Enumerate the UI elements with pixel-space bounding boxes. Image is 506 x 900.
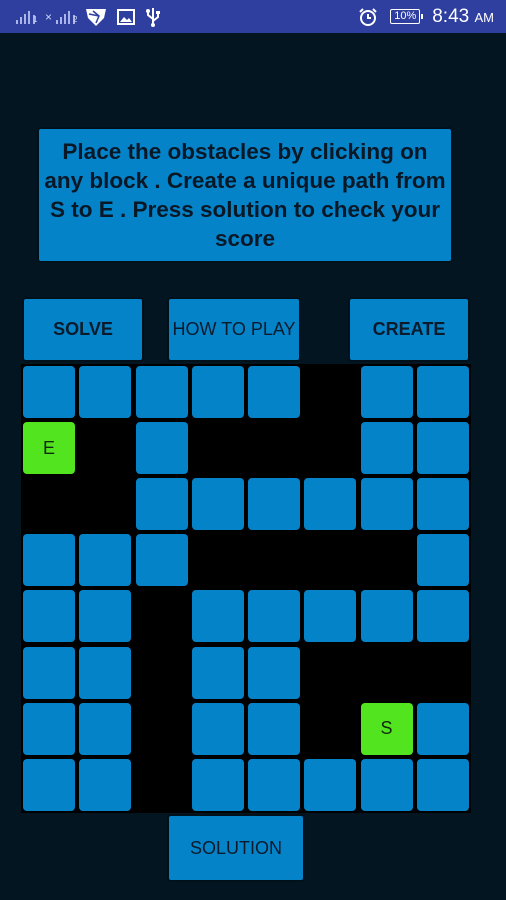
grid-block[interactable] [23, 590, 75, 643]
grid-block[interactable] [360, 590, 413, 643]
grid-block[interactable] [248, 758, 300, 811]
grid-obstacle[interactable] [304, 422, 357, 475]
grid-block[interactable] [360, 758, 413, 811]
end-block[interactable]: E [23, 422, 75, 475]
grid-block[interactable] [23, 366, 75, 418]
grid-block[interactable] [135, 422, 188, 475]
solve-button[interactable]: SOLVE [22, 297, 144, 362]
grid-obstacle[interactable] [248, 422, 300, 475]
alarm-icon [359, 7, 377, 26]
instructions-panel: Place the obstacles by clicking on any b… [37, 127, 453, 263]
grid-block[interactable] [23, 758, 75, 811]
grid-block[interactable] [191, 702, 244, 755]
grid-obstacle[interactable] [191, 534, 244, 587]
grid-block[interactable] [416, 478, 469, 531]
grid-block[interactable] [191, 758, 244, 811]
create-button[interactable]: CREATE [348, 297, 470, 362]
grid-block[interactable] [416, 422, 469, 475]
grid-block[interactable] [135, 366, 188, 418]
grid-block[interactable] [304, 590, 357, 643]
grid-block[interactable] [79, 366, 132, 418]
usb-icon [146, 7, 161, 27]
grid-block[interactable] [416, 534, 469, 587]
grid-block[interactable] [79, 646, 132, 699]
signal-sim2-icon: × 2 [45, 9, 78, 24]
grid-obstacle[interactable] [23, 478, 75, 531]
instructions-text: Place the obstacles by clicking on any b… [44, 139, 446, 251]
game-grid: ES [21, 364, 471, 813]
grid-block[interactable] [248, 366, 300, 418]
grid-block[interactable] [23, 646, 75, 699]
grid-block[interactable] [360, 478, 413, 531]
shield-icon [86, 8, 107, 26]
grid-obstacle[interactable] [135, 590, 188, 643]
grid-obstacle[interactable] [304, 534, 357, 587]
grid-block[interactable] [135, 534, 188, 587]
grid-obstacle[interactable] [79, 478, 132, 531]
grid-obstacle[interactable] [304, 646, 357, 699]
grid-obstacle[interactable] [191, 422, 244, 475]
grid-block[interactable] [79, 534, 132, 587]
grid-block[interactable] [416, 702, 469, 755]
grid-block[interactable] [191, 590, 244, 643]
grid-block[interactable] [79, 590, 132, 643]
grid-obstacle[interactable] [360, 534, 413, 587]
battery-level: 10% [394, 10, 417, 22]
grid-block[interactable] [304, 758, 357, 811]
grid-block[interactable] [248, 646, 300, 699]
grid-block[interactable] [248, 702, 300, 755]
grid-block[interactable] [360, 366, 413, 418]
grid-block[interactable] [23, 702, 75, 755]
grid-block[interactable] [248, 590, 300, 643]
grid-block[interactable] [135, 478, 188, 531]
grid-block[interactable] [23, 534, 75, 587]
grid-obstacle[interactable] [304, 366, 357, 418]
image-icon [117, 8, 136, 25]
grid-obstacle[interactable] [135, 758, 188, 811]
grid-obstacle[interactable] [79, 422, 132, 475]
grid-obstacle[interactable] [360, 646, 413, 699]
grid-block[interactable] [304, 478, 357, 531]
grid-block[interactable] [416, 590, 469, 643]
grid-block[interactable] [248, 478, 300, 531]
grid-block[interactable] [416, 758, 469, 811]
start-block[interactable]: S [360, 702, 413, 755]
solution-button[interactable]: SOLUTION [167, 814, 305, 882]
grid-obstacle[interactable] [304, 702, 357, 755]
how-to-play-button[interactable]: HOW TO PLAY [167, 297, 301, 362]
grid-obstacle[interactable] [416, 646, 469, 699]
status-bar: 1 × 2 10% 8:43 AM [0, 0, 506, 33]
grid-block[interactable] [360, 422, 413, 475]
grid-block[interactable] [416, 366, 469, 418]
grid-obstacle[interactable] [135, 646, 188, 699]
grid-obstacle[interactable] [248, 534, 300, 587]
grid-block[interactable] [79, 702, 132, 755]
signal-sim1-icon: 1 [16, 10, 37, 24]
battery-icon: 10% [390, 9, 424, 24]
grid-block[interactable] [191, 646, 244, 699]
grid-block[interactable] [191, 478, 244, 531]
clock: 8:43 AM [432, 5, 494, 27]
grid-block[interactable] [79, 758, 132, 811]
grid-obstacle[interactable] [135, 702, 188, 755]
grid-block[interactable] [191, 366, 244, 418]
